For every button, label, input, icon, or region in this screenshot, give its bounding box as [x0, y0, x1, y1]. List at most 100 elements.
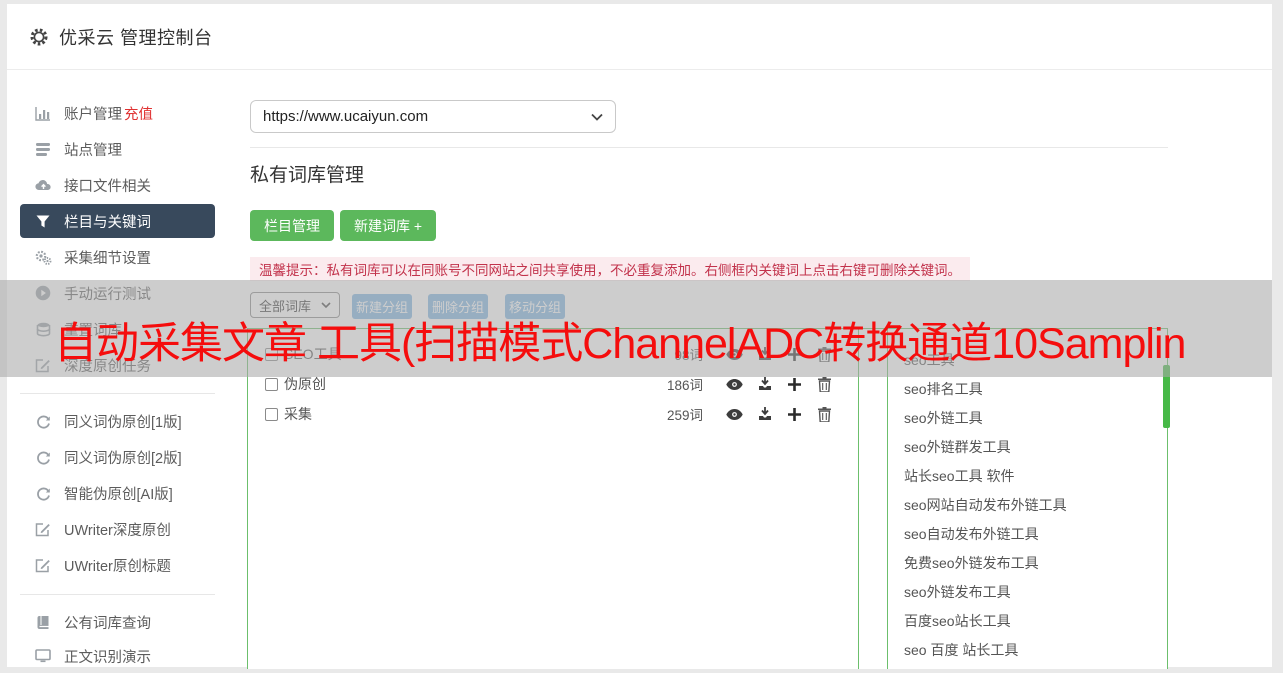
new-lexicon-button[interactable]: 新建词库 +: [340, 210, 437, 241]
sidebar-item-columns-keywords[interactable]: 栏目与关键词: [20, 204, 215, 238]
group-checkbox[interactable]: [265, 377, 278, 391]
page-title: 私有词库管理: [250, 165, 365, 186]
refresh-icon: [34, 413, 52, 429]
edit-icon: [34, 557, 52, 573]
column-manage-button[interactable]: 栏目管理: [250, 210, 334, 241]
sidebar-item-label: 智能伪原创[AI版]: [64, 486, 173, 503]
group-name: 伪原创: [284, 376, 326, 392]
gear-icon: [29, 27, 49, 47]
sidebar-item-label: 站点管理: [64, 142, 122, 159]
sidebar-divider: [20, 594, 215, 595]
sidebar-item-reset-lexicon[interactable]: 重置词库: [20, 312, 215, 346]
keyword-item[interactable]: seo外链发布工具: [888, 578, 1168, 607]
gears-icon: [34, 249, 52, 265]
database-icon: [34, 321, 52, 337]
keyword-item[interactable]: seo外链群发工具: [888, 433, 1168, 462]
download-icon[interactable]: [756, 376, 773, 392]
site-select[interactable]: https://www.ucaiyun.com: [250, 100, 616, 133]
group-checkbox[interactable]: [265, 347, 278, 361]
keyword-item[interactable]: 百度seo站长工具: [888, 607, 1168, 636]
sidebar-item-label: 接口文件相关: [64, 178, 151, 195]
sidebar-item-label: 账户管理 充值: [64, 106, 153, 123]
sidebar-item-synonym-v1[interactable]: 同义词伪原创[1版]: [20, 404, 215, 438]
download-icon[interactable]: [756, 346, 773, 362]
site-select-value: https://www.ucaiyun.com: [263, 108, 429, 125]
refresh-icon: [34, 485, 52, 501]
sidebar-item-collect-settings[interactable]: 采集细节设置: [20, 240, 215, 274]
group-list: SEO工具 98词 伪原创 186词 采集 259词: [248, 329, 858, 429]
sidebar-item-label: 深度原创任务: [64, 358, 151, 375]
sidebar-item-label: 同义词伪原创[2版]: [64, 450, 182, 467]
group-checkbox[interactable]: [265, 407, 278, 421]
delete-trash-icon[interactable]: [816, 376, 833, 392]
sidebar-item-sites[interactable]: 站点管理: [20, 132, 215, 166]
sidebar-item-content-recognition[interactable]: 正文识别演示: [20, 639, 215, 673]
sidebar-item-synonym-v2[interactable]: 同义词伪原创[2版]: [20, 440, 215, 474]
filter-icon: [34, 213, 52, 229]
delete-trash-icon[interactable]: [816, 346, 833, 362]
sidebar-item-label: 采集细节设置: [64, 250, 151, 267]
refresh-icon: [34, 449, 52, 465]
keyword-item[interactable]: seo外链工具: [888, 404, 1168, 433]
edit-icon: [34, 521, 52, 537]
app-header: 优采云 管理控制台: [7, 4, 1272, 70]
sidebar-divider: [20, 393, 215, 394]
group-row: SEO工具 98词: [248, 339, 858, 369]
sidebar-item-public-lexicon[interactable]: 公有词库查询: [20, 605, 215, 639]
edit-icon: [34, 357, 52, 373]
cloud-upload-icon: [34, 177, 52, 193]
keyword-item[interactable]: 免费seo外链发布工具: [888, 549, 1168, 578]
download-icon[interactable]: [756, 406, 773, 422]
group-count: 259词: [666, 408, 703, 423]
group-row: 采集 259词: [248, 399, 858, 429]
keyword-item[interactable]: seo网站自动发布外链工具: [888, 491, 1168, 520]
group-count: 98词: [674, 348, 703, 363]
group-name: SEO工具: [284, 346, 342, 362]
add-icon[interactable]: [786, 406, 803, 422]
sidebar-item-label: 栏目与关键词: [64, 214, 151, 231]
sidebar-item-interface-files[interactable]: 接口文件相关: [20, 168, 215, 202]
list-icon: [34, 141, 52, 157]
sidebar-item-uwriter-deep[interactable]: UWriter深度原创: [20, 512, 215, 546]
sidebar-item-label: 公有词库查询: [64, 615, 151, 632]
chevron-down-icon: [591, 113, 603, 121]
monitor-icon: [34, 648, 52, 664]
view-eye-icon[interactable]: [726, 376, 743, 392]
recharge-badge[interactable]: 充值: [124, 107, 153, 123]
panel-divider: [858, 329, 859, 669]
keyword-item[interactable]: seo自动发布外链工具: [888, 520, 1168, 549]
lexicon-panels: SEO工具 98词 伪原创 186词 采集 259词 seo工具 seo排名工具…: [247, 328, 1170, 669]
add-icon[interactable]: [786, 376, 803, 392]
group-row: 伪原创 186词: [248, 369, 858, 399]
play-icon: [34, 285, 52, 301]
group-name: 采集: [284, 406, 312, 422]
chevron-down-icon: [321, 301, 331, 309]
sidebar-item-manual-test[interactable]: 手动运行测试: [20, 276, 215, 310]
tip-message: 温馨提示：私有词库可以在同账号不同网站之间共享使用，不必重复添加。右侧框内关键词…: [250, 257, 970, 281]
lexicon-filter-select[interactable]: 全部词库: [250, 292, 340, 318]
move-group-button[interactable]: 移动分组: [505, 294, 565, 319]
sidebar-item-deep-original[interactable]: 深度原创任务: [20, 348, 215, 382]
delete-trash-icon[interactable]: [816, 406, 833, 422]
sidebar: 账户管理 充值 站点管理 接口文件相关 栏目与关键词 采集细节设置 手动运行测试…: [7, 74, 235, 667]
keyword-item[interactable]: seo排名工具: [888, 375, 1168, 404]
keyword-item[interactable]: seo 百度 站长工具: [888, 636, 1168, 665]
group-count: 186词: [666, 378, 703, 393]
section-divider: [250, 147, 1168, 148]
sidebar-item-label: 同义词伪原创[1版]: [64, 414, 182, 431]
keyword-list: seo工具 seo排名工具 seo外链工具 seo外链群发工具 站长seo工具 …: [888, 329, 1168, 665]
keyword-item[interactable]: seo工具: [888, 346, 1168, 375]
new-group-button[interactable]: 新建分组: [352, 294, 412, 319]
view-eye-icon[interactable]: [726, 406, 743, 422]
sidebar-item-uwriter-title[interactable]: UWriter原创标题: [20, 548, 215, 582]
keyword-item[interactable]: 站长seo工具 软件: [888, 462, 1168, 491]
lexicon-filter-value: 全部词库: [259, 298, 312, 314]
sidebar-item-label: UWriter原创标题: [64, 558, 171, 575]
delete-group-button[interactable]: 删除分组: [428, 294, 488, 319]
view-eye-icon[interactable]: [726, 346, 743, 362]
add-icon[interactable]: [786, 346, 803, 362]
sidebar-item-ai-rewrite[interactable]: 智能伪原创[AI版]: [20, 476, 215, 510]
sidebar-item-account[interactable]: 账户管理 充值: [20, 96, 215, 130]
sidebar-item-label: 重置词库: [64, 322, 122, 339]
sidebar-item-label: 正文识别演示: [64, 649, 151, 666]
